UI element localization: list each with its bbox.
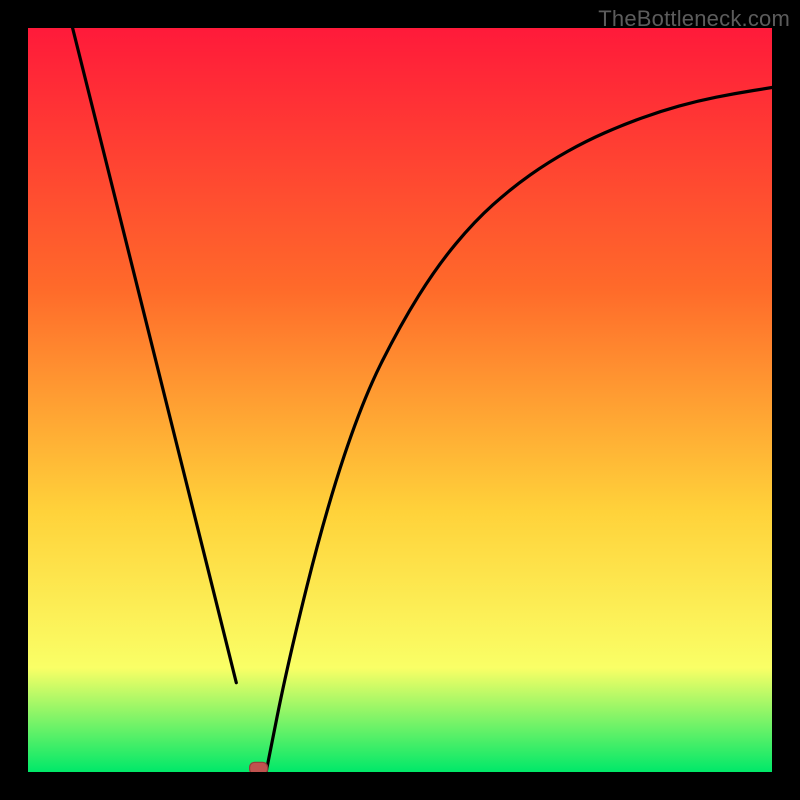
watermark-text: TheBottleneck.com [598,6,790,32]
chart-frame [28,28,772,772]
minimum-marker [250,762,268,772]
chart-svg [28,28,772,772]
gradient-background [28,28,772,772]
